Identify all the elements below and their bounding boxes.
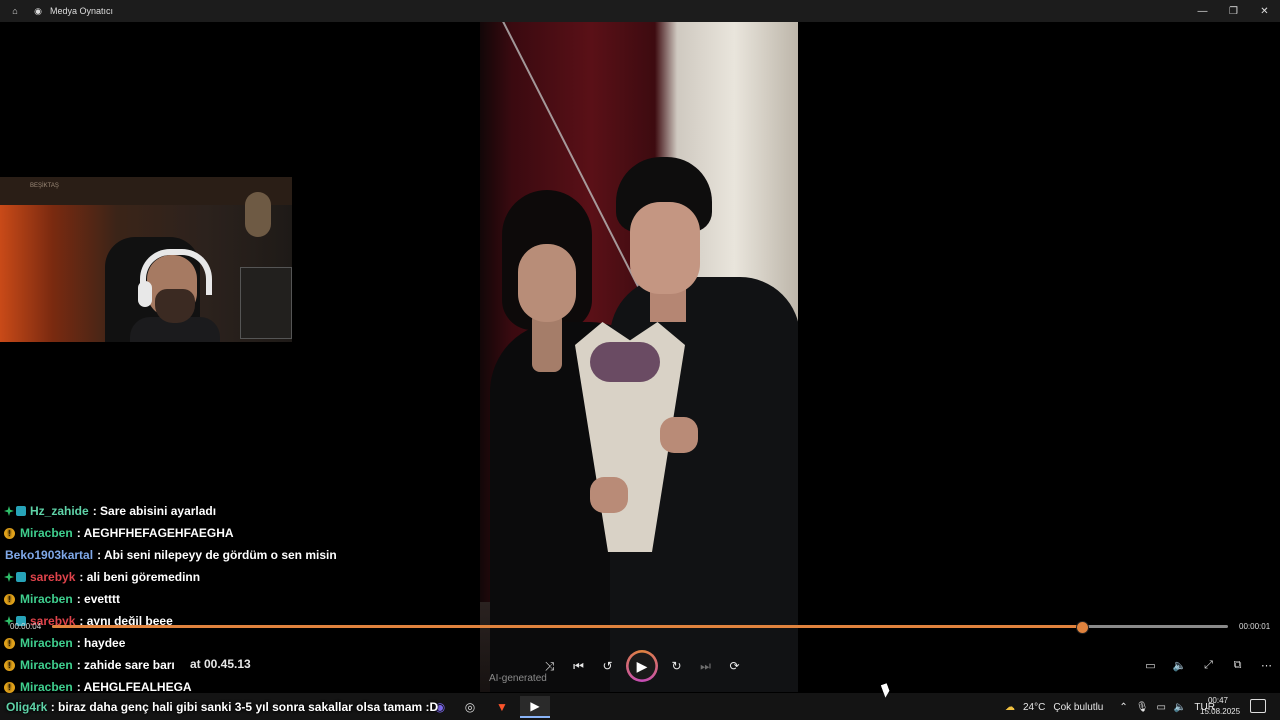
chat-username: Miracben — [20, 526, 73, 540]
chat-username: Miracben — [20, 592, 73, 606]
media-player-icon: ◉ — [34, 5, 42, 16]
chat-message: : zahide sare barı — [76, 658, 175, 672]
chat-username: Miracben — [20, 658, 73, 672]
subtitles-icon[interactable]: ▭ — [1136, 652, 1165, 678]
chat-message: : AEGHFHEFAGEHFAEGHA — [76, 526, 234, 540]
time-elapsed: 00:00:04 — [10, 622, 42, 631]
notification-icon[interactable] — [1250, 699, 1266, 713]
seek-thumb[interactable] — [1076, 621, 1089, 634]
shuffle-icon[interactable]: ⤨ — [535, 651, 564, 681]
chat-line: sarebyk: aynı değil beee — [0, 610, 460, 632]
window-title: Medya Oynatıcı — [50, 6, 114, 16]
previous-icon[interactable]: ⏮ — [564, 651, 593, 681]
bottom-chat-message: Olig4rk : biraz daha genç hali gibi sank… — [6, 700, 438, 714]
chat-line: Beko1903kartal: Abi seni nilepeyy de gör… — [0, 544, 460, 566]
chevron-up-icon[interactable]: ⌃ — [1119, 702, 1127, 713]
repeat-icon[interactable]: ⟳ — [720, 651, 749, 681]
obs-icon[interactable]: ◎ — [455, 696, 485, 718]
volume-tray-icon[interactable]: 🔈 — [1174, 702, 1186, 713]
sub-badge-icon — [4, 506, 14, 516]
chat-line: sarebyk: ali beni göremedinn — [0, 566, 460, 588]
clock[interactable]: 00:47 15.08.2025 — [1200, 695, 1241, 717]
coin-badge-icon: ! — [4, 681, 15, 693]
hand-right — [660, 417, 698, 453]
fullscreen-icon[interactable]: ⤢ — [1194, 652, 1223, 678]
network-icon[interactable]: ▭ — [1156, 702, 1165, 713]
media-player-icon[interactable]: ▶ — [520, 696, 550, 718]
playback-controls: ⤨ ⏮ ↺ ▶ ↻ ⏭ ⟳ — [535, 650, 749, 682]
headset-ear — [138, 281, 152, 307]
chat-message: : Sare abisini ayarladı — [92, 504, 217, 518]
mini-player-icon[interactable]: ⧉ — [1223, 652, 1252, 678]
bouquet-flowers — [590, 342, 660, 382]
chat-message: : evetttt — [76, 592, 121, 606]
chat-message: : aynı değil beee — [79, 614, 173, 628]
seek-bar[interactable] — [52, 621, 1228, 634]
shelf-text: BEŞİKTAŞ — [30, 183, 59, 189]
coin-badge-icon: ! — [4, 527, 15, 539]
restore-icon[interactable]: ❐ — [1218, 0, 1249, 22]
webcam-overlay: BEŞİKTAŞ — [0, 177, 292, 342]
hand-left — [590, 477, 628, 513]
woman-face — [518, 244, 576, 322]
man-face — [630, 202, 700, 294]
brave-icon[interactable]: ▼ — [487, 696, 517, 718]
chat-message: : ali beni göremedinn — [79, 570, 201, 584]
time-total: 00:00:01 — [1239, 622, 1271, 631]
bottom-chat-text: : biraz daha genç hali gibi sanki 3-5 yı… — [50, 700, 439, 714]
home-icon[interactable]: ⌂ — [0, 0, 30, 22]
chat-username: Beko1903kartal — [5, 548, 94, 562]
webcam-frame — [240, 267, 292, 339]
microphone-icon[interactable]: 🎙 — [1136, 702, 1149, 713]
bottom-chat-user: Olig4rk — [6, 700, 48, 714]
chat-username: Hz_zahide — [30, 504, 89, 518]
video-frame[interactable] — [480, 22, 798, 692]
chat-system-overlay: at 00.45.13 — [190, 657, 251, 671]
chat-message: : haydee — [76, 636, 126, 650]
webcam-guitar — [245, 192, 271, 237]
chat-message: : Abi seni nilepeyy de gördüm o sen misi… — [97, 548, 337, 562]
chat-line: ! Miracben: haydee — [0, 632, 460, 654]
chat-username: Miracben — [20, 636, 73, 650]
minimize-icon[interactable]: — — [1187, 0, 1218, 22]
seek-bar-fill — [52, 625, 1081, 628]
weather-icon[interactable]: ☁ — [1005, 702, 1015, 713]
weather-temp[interactable]: 24°C — [1023, 702, 1045, 713]
chat-username: sarebyk — [30, 570, 76, 584]
weather-text[interactable]: Çok bulutlu — [1053, 702, 1103, 713]
volume-icon[interactable]: 🔈 — [1165, 652, 1194, 678]
chat-line: ! Miracben: AEGHFHEFAGEHFAEGHA — [0, 522, 460, 544]
title-bar: ⌂ ◉ Medya Oynatıcı — ❐ ✕ — [0, 0, 1280, 22]
clock-time: 00:47 — [1207, 696, 1229, 705]
more-icon[interactable]: ⋯ — [1252, 652, 1280, 678]
member-badge-icon — [16, 506, 26, 516]
chat-line: ! Miracben: evetttt — [0, 588, 460, 610]
clock-date: 15.08.2025 — [1200, 707, 1241, 716]
next-icon[interactable]: ⏭ — [691, 651, 720, 681]
coin-badge-icon: ! — [4, 637, 15, 649]
system-tray: ☁ 24°C Çok bulutlu ⌃ 🎙 ▭ 🔈 TUR — [1005, 694, 1223, 720]
chat-line: Hz_zahide: Sare abisini ayarladı — [0, 500, 460, 522]
player-right-controls: ▭ 🔈 ⤢ ⧉ ⋯ — [1136, 652, 1280, 678]
close-icon[interactable]: ✕ — [1249, 0, 1280, 22]
coin-badge-icon: ! — [4, 659, 15, 671]
coin-badge-icon: ! — [4, 593, 15, 605]
member-badge-icon — [16, 572, 26, 582]
sub-badge-icon — [4, 572, 14, 582]
play-icon[interactable]: ▶ — [626, 650, 658, 682]
forward-icon[interactable]: ↻ — [662, 651, 691, 681]
rewind-icon[interactable]: ↺ — [593, 651, 622, 681]
